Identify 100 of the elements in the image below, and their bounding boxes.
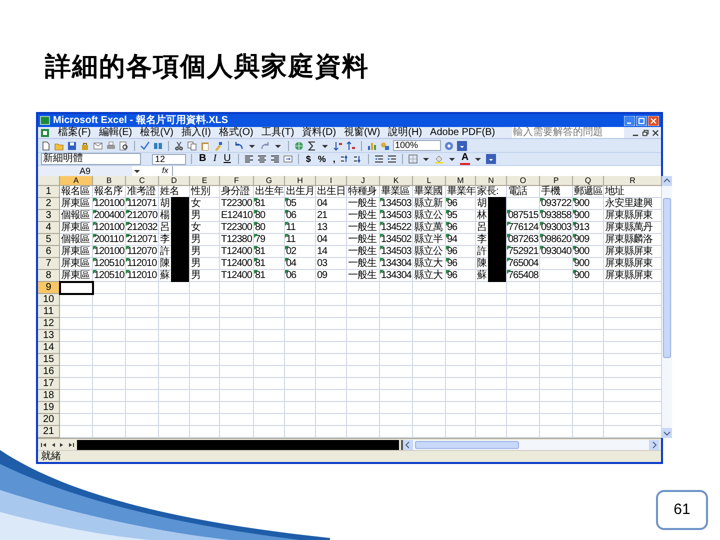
align-left-icon[interactable]: [244, 154, 254, 164]
row-header[interactable]: 14: [38, 342, 60, 354]
sigma-icon[interactable]: [307, 140, 317, 150]
copy-icon[interactable]: [187, 140, 197, 150]
document-icon[interactable]: [40, 128, 50, 138]
envelope-icon[interactable]: [93, 140, 103, 150]
horizontal-scrollbar[interactable]: [401, 440, 659, 450]
column-header[interactable]: P: [540, 176, 573, 186]
zoom-field[interactable]: 100%: [393, 140, 441, 151]
row-header[interactable]: 12: [38, 318, 60, 330]
menu-item[interactable]: 說明(H): [388, 126, 422, 138]
menu-item[interactable]: 檢視(V): [140, 126, 174, 138]
menu-item[interactable]: 工具(T): [261, 126, 294, 138]
shapes-icon[interactable]: [380, 140, 390, 150]
font-size-field[interactable]: 12: [152, 154, 186, 164]
row-header[interactable]: 1: [38, 186, 60, 198]
row-header[interactable]: 3: [38, 210, 60, 222]
selected-cell[interactable]: [60, 282, 93, 294]
merge-cells-icon[interactable]: [282, 154, 293, 164]
indent-icon[interactable]: [387, 154, 398, 164]
column-header[interactable]: E: [190, 176, 220, 186]
sort-descending-icon[interactable]: [346, 140, 356, 150]
bar-chart-icon[interactable]: [367, 140, 377, 150]
close-icon[interactable]: [652, 128, 659, 136]
row-header[interactable]: 13: [38, 330, 60, 342]
row-header[interactable]: 5: [38, 234, 60, 246]
maximize-icon[interactable]: [636, 116, 647, 126]
row-header[interactable]: 8: [38, 270, 60, 282]
font-name-field[interactable]: 新細明體: [41, 153, 141, 165]
column-header[interactable]: H: [285, 176, 316, 186]
scroll-right-icon[interactable]: [649, 440, 659, 450]
row-header[interactable]: 19: [38, 402, 60, 414]
column-header[interactable]: N: [476, 176, 507, 186]
menu-item[interactable]: Adobe PDF(B): [430, 126, 496, 138]
column-header[interactable]: D: [159, 176, 190, 186]
column-header[interactable]: I: [316, 176, 347, 186]
column-header[interactable]: J: [347, 176, 380, 186]
number-format-button[interactable]: ,: [330, 154, 338, 164]
bold-button[interactable]: B: [197, 154, 208, 164]
menu-item[interactable]: 檔案(F): [58, 126, 91, 138]
row-header[interactable]: 17: [38, 378, 60, 390]
number-format-button[interactable]: %: [316, 154, 328, 164]
scissors-icon[interactable]: [174, 140, 184, 150]
increase-decimal-icon[interactable]: [340, 154, 350, 164]
column-header[interactable]: C: [126, 176, 159, 186]
row-header[interactable]: 18: [38, 390, 60, 402]
column-header[interactable]: K: [380, 176, 413, 186]
menu-item[interactable]: 編輯(E): [98, 126, 132, 138]
toolbar-options-icon[interactable]: [457, 140, 467, 150]
row-header[interactable]: 20: [38, 414, 60, 426]
toolbar-options-icon[interactable]: [486, 154, 496, 164]
italic-button[interactable]: I: [211, 154, 219, 164]
name-box[interactable]: A9: [38, 166, 132, 176]
vertical-scrollbar[interactable]: [662, 176, 672, 438]
column-header[interactable]: A: [60, 176, 93, 186]
column-header[interactable]: O: [507, 176, 540, 186]
clipboard-icon[interactable]: [200, 140, 210, 150]
column-header[interactable]: F: [220, 176, 254, 186]
menu-item[interactable]: 資料(D): [302, 126, 336, 138]
row-header[interactable]: 11: [38, 306, 60, 318]
minimize-icon[interactable]: [624, 116, 635, 126]
book-icon[interactable]: [153, 140, 163, 150]
scrollbar-thumb[interactable]: [415, 440, 519, 448]
row-header[interactable]: 7: [38, 258, 60, 270]
menu-item[interactable]: 插入(I): [181, 126, 211, 138]
menu-item[interactable]: 視窗(W): [344, 126, 380, 138]
row-header[interactable]: 21: [38, 426, 60, 438]
column-header[interactable]: M: [446, 176, 476, 186]
restore-icon[interactable]: [642, 128, 649, 136]
scroll-down-icon[interactable]: [662, 428, 672, 438]
magnifier-page-icon[interactable]: [119, 140, 129, 150]
help-icon[interactable]: [444, 140, 454, 150]
scrollbar-thumb[interactable]: [663, 198, 671, 358]
undo-arrow-icon[interactable]: [234, 140, 244, 150]
corner-cell[interactable]: [38, 176, 60, 186]
check-mark-icon[interactable]: [140, 140, 150, 150]
last-sheet-icon[interactable]: [67, 440, 75, 448]
scroll-up-icon[interactable]: [662, 176, 672, 186]
row-header[interactable]: 16: [38, 366, 60, 378]
row-header[interactable]: 10: [38, 294, 60, 306]
column-header[interactable]: Q: [573, 176, 604, 186]
column-header[interactable]: R: [604, 176, 662, 186]
help-search-field[interactable]: 輸入需要解答的問題: [512, 127, 624, 138]
underline-button[interactable]: U: [222, 154, 233, 164]
column-header[interactable]: G: [254, 176, 285, 186]
column-header[interactable]: B: [93, 176, 126, 186]
decrease-decimal-icon[interactable]: [353, 154, 364, 164]
row-header[interactable]: 9: [38, 282, 60, 294]
sort-ascending-icon[interactable]: [333, 140, 343, 150]
padlock-icon[interactable]: [80, 140, 90, 150]
paintbrush-icon[interactable]: [213, 140, 223, 150]
menu-item[interactable]: 格式(O): [218, 126, 254, 138]
number-format-button[interactable]: $: [304, 154, 313, 164]
row-header[interactable]: 15: [38, 354, 60, 366]
align-center-icon[interactable]: [256, 154, 267, 164]
scroll-left-icon[interactable]: [403, 440, 413, 450]
row-header[interactable]: 2: [38, 198, 60, 210]
row-header[interactable]: 6: [38, 246, 60, 258]
paint-bucket-icon[interactable]: [434, 154, 444, 164]
align-right-icon[interactable]: [270, 154, 280, 164]
